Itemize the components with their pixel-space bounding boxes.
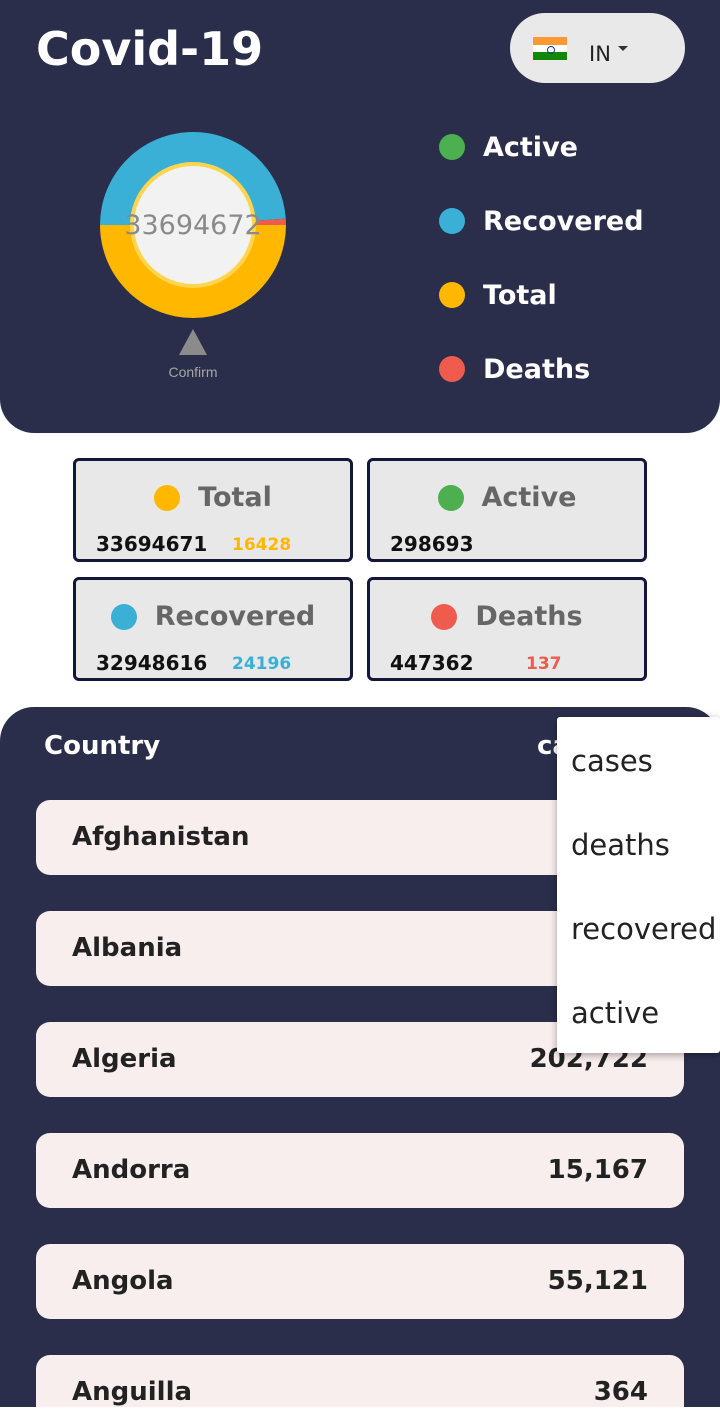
menu-item-cases[interactable]: cases — [571, 744, 653, 778]
total-dot-icon — [154, 484, 181, 511]
stat-value-total: 33694671 — [96, 532, 208, 556]
country-value: 364 — [593, 1377, 648, 1407]
country-name: Albania — [72, 933, 183, 963]
legend-label-recovered: Recovered — [483, 205, 644, 237]
stat-title-recovered: Recovered — [154, 601, 316, 632]
stat-title-total: Total — [198, 482, 272, 513]
menu-item-recovered[interactable]: recovered — [571, 912, 716, 946]
legend-dot-deaths — [439, 356, 465, 382]
sort-options-menu: cases deaths recovered active — [557, 717, 720, 1053]
legend-item-deaths: Deaths — [439, 349, 590, 389]
recovered-dot-icon — [110, 603, 137, 630]
country-row[interactable]: Andorra 15,167 — [36, 1133, 684, 1208]
legend-label-total: Total — [483, 279, 557, 311]
stat-card-total[interactable]: Total 33694671 16428 — [73, 458, 353, 562]
stat-delta-total: 16428 — [232, 535, 292, 555]
active-dot-icon — [437, 484, 464, 511]
country-name: Algeria — [72, 1044, 177, 1074]
country-name: Afghanistan — [72, 822, 250, 852]
legend-dot-total — [439, 282, 465, 308]
confirmed-donut-chart: 33694672 — [100, 132, 286, 318]
app-title: Covid-19 — [36, 22, 264, 76]
header-panel: Covid-19 IN 33694672 Confirm Active Reco… — [0, 0, 720, 433]
india-flag-icon — [533, 37, 567, 61]
country-name: Anguilla — [72, 1377, 193, 1407]
legend-item-total: Total — [439, 275, 557, 315]
country-value: 55,121 — [547, 1266, 648, 1296]
stat-delta-deaths: 137 — [526, 654, 562, 674]
stat-card-deaths[interactable]: Deaths 447362 137 — [367, 577, 647, 681]
stat-title-active: Active — [481, 482, 577, 513]
legend-dot-recovered — [439, 208, 465, 234]
country-row[interactable]: Angola 55,121 — [36, 1244, 684, 1319]
country-select[interactable]: IN — [510, 13, 685, 83]
chevron-down-icon — [618, 46, 628, 51]
stat-card-active[interactable]: Active 298693 — [367, 458, 647, 562]
legend-dot-active — [439, 134, 465, 160]
menu-item-active[interactable]: active — [571, 996, 659, 1030]
country-name: Angola — [72, 1266, 174, 1296]
legend-item-recovered: Recovered — [439, 201, 644, 241]
legend-label-deaths: Deaths — [483, 353, 591, 385]
donut-center-value: 33694672 — [124, 209, 262, 241]
legend-item-active: Active — [439, 127, 578, 167]
country-code: IN — [589, 42, 611, 66]
menu-item-deaths[interactable]: deaths — [571, 828, 670, 862]
pointer-triangle-icon — [179, 329, 207, 355]
country-value: 15,167 — [547, 1155, 648, 1185]
country-name: Andorra — [72, 1155, 191, 1185]
stat-value-deaths: 447362 — [390, 651, 474, 675]
stat-delta-recovered: 24196 — [232, 654, 292, 674]
column-header-country: Country — [44, 731, 161, 761]
pointer-label: Confirm — [168, 364, 218, 380]
legend-label-active: Active — [483, 131, 578, 163]
country-row[interactable]: Anguilla 364 — [36, 1355, 684, 1407]
stat-title-deaths: Deaths — [475, 601, 583, 632]
deaths-dot-icon — [431, 603, 458, 630]
stat-value-active: 298693 — [390, 532, 474, 556]
stat-value-recovered: 32948616 — [96, 651, 208, 675]
stat-card-recovered[interactable]: Recovered 32948616 24196 — [73, 577, 353, 681]
